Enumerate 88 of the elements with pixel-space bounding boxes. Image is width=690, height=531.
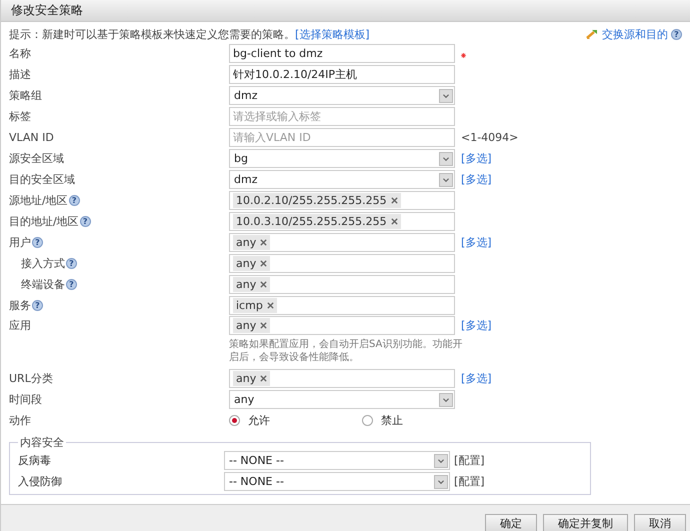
dropdown-caret-icon[interactable] xyxy=(439,172,453,186)
multi-select-link[interactable]: [多选] xyxy=(461,318,492,333)
dropdown-caret-icon[interactable] xyxy=(434,474,448,488)
footer-button[interactable]: 取消 xyxy=(634,514,686,531)
tag: any xyxy=(233,235,270,250)
field-label: 动作 xyxy=(9,413,31,428)
field-label: 源地址/地区 xyxy=(9,193,68,208)
text-field[interactable]: 针对10.0.2.10/24IP主机 xyxy=(229,65,455,84)
remove-icon[interactable] xyxy=(390,197,398,204)
remove-icon[interactable] xyxy=(260,375,268,382)
radio-button[interactable] xyxy=(362,415,373,426)
radio-button[interactable] xyxy=(229,415,240,426)
tag-field[interactable]: any xyxy=(229,316,455,335)
help-icon[interactable]: ? xyxy=(32,237,43,248)
field-label: 源安全区域 xyxy=(9,151,64,166)
text-field[interactable]: bg-client to dmz xyxy=(229,44,455,63)
tag: any xyxy=(233,318,270,333)
help-icon[interactable]: ? xyxy=(68,195,80,206)
multi-select-link[interactable]: [多选] xyxy=(461,235,492,250)
swap-link[interactable]: 交换源和目的 ? xyxy=(586,26,682,42)
tag-field[interactable]: any xyxy=(229,275,455,294)
select-field[interactable]: -- NONE -- xyxy=(224,451,450,470)
window-title: 修改安全策略 xyxy=(11,2,83,19)
footer-button[interactable]: 确定并复制 xyxy=(543,514,628,531)
remove-icon[interactable] xyxy=(260,322,268,329)
field-label: VLAN ID xyxy=(9,131,54,144)
field-label: 应用 xyxy=(9,318,31,333)
field-label: 接入方式 xyxy=(21,256,65,271)
field-label: 描述 xyxy=(9,67,31,82)
field-label: 用户 xyxy=(9,235,31,250)
multi-select-link[interactable]: [多选] xyxy=(461,172,492,187)
config-link[interactable]: [配置] xyxy=(454,453,582,468)
radio-option[interactable]: 允许 xyxy=(229,413,270,428)
help-icon[interactable]: ? xyxy=(66,279,77,290)
remove-icon[interactable] xyxy=(260,239,268,246)
dropdown-caret-icon[interactable] xyxy=(439,392,453,406)
config-link[interactable]: [配置] xyxy=(454,474,582,489)
remove-icon[interactable] xyxy=(390,218,398,225)
tag-field[interactable]: icmp xyxy=(229,296,455,315)
tag: 10.0.3.10/255.255.255.255 xyxy=(233,214,401,229)
select-field[interactable]: dmz xyxy=(229,86,455,105)
help-icon[interactable]: ? xyxy=(32,300,43,311)
field-label: 目的安全区域 xyxy=(9,172,75,187)
footer-button[interactable]: 确定 xyxy=(485,514,537,531)
select-field[interactable]: bg xyxy=(229,149,455,168)
multi-select-link[interactable]: [多选] xyxy=(461,151,492,166)
tag-field[interactable]: any xyxy=(229,254,455,273)
field-label: 名称 xyxy=(9,46,31,61)
field-label: 目的地址/地区 xyxy=(9,214,79,229)
help-icon[interactable]: ? xyxy=(671,28,682,40)
select-field[interactable]: -- NONE -- xyxy=(224,472,450,491)
tag-field[interactable]: any xyxy=(229,369,455,388)
tag: any xyxy=(233,371,270,386)
multi-select-link[interactable]: [多选] xyxy=(461,371,492,386)
field-label: 时间段 xyxy=(9,392,42,407)
hint-text: 提示：新建时可以基于策略模板来快速定义您需要的策略。[选择策略模板] xyxy=(9,26,370,42)
note-text: 策略如果配置应用，会自动开启SA识别功能。功能开启后，会导致设备性能降低。 xyxy=(229,338,464,365)
template-link[interactable]: [选择策略模板] xyxy=(295,28,370,40)
field-label: 标签 xyxy=(9,109,31,124)
range-hint: <1-4094> xyxy=(461,131,518,144)
field-label: URL分类 xyxy=(9,371,53,386)
field-label: 反病毒 xyxy=(18,453,52,468)
tag: 10.0.2.10/255.255.255.255 xyxy=(233,193,401,208)
remove-icon[interactable] xyxy=(260,260,268,267)
group-title: 内容安全 xyxy=(19,435,65,450)
radio-label: 禁止 xyxy=(381,413,403,428)
tag-field[interactable]: 10.0.3.10/255.255.255.255 xyxy=(229,212,455,231)
tag-field[interactable]: 10.0.2.10/255.255.255.255 xyxy=(229,191,455,210)
dropdown-caret-icon[interactable] xyxy=(439,152,453,166)
field-label: 入侵防御 xyxy=(18,474,63,489)
remove-icon[interactable] xyxy=(266,302,274,309)
radio-option[interactable]: 禁止 xyxy=(362,413,403,428)
tag: icmp xyxy=(233,298,277,313)
swap-arrows-icon xyxy=(586,28,599,40)
tag: any xyxy=(233,256,270,271)
field-label: 终端设备 xyxy=(21,277,65,292)
radio-label: 允许 xyxy=(248,413,270,428)
tag: any xyxy=(233,277,270,292)
dropdown-caret-icon[interactable] xyxy=(439,88,453,102)
select-field[interactable]: any xyxy=(229,390,455,409)
dropdown-caret-icon[interactable] xyxy=(434,454,448,468)
field-label: 服务 xyxy=(9,298,31,313)
field-label: 策略组 xyxy=(9,88,42,103)
select-field[interactable]: dmz xyxy=(229,170,455,189)
tag-field[interactable]: any xyxy=(229,233,455,252)
help-icon[interactable]: ? xyxy=(80,216,91,227)
help-icon[interactable]: ? xyxy=(66,258,77,269)
remove-icon[interactable] xyxy=(260,281,268,288)
